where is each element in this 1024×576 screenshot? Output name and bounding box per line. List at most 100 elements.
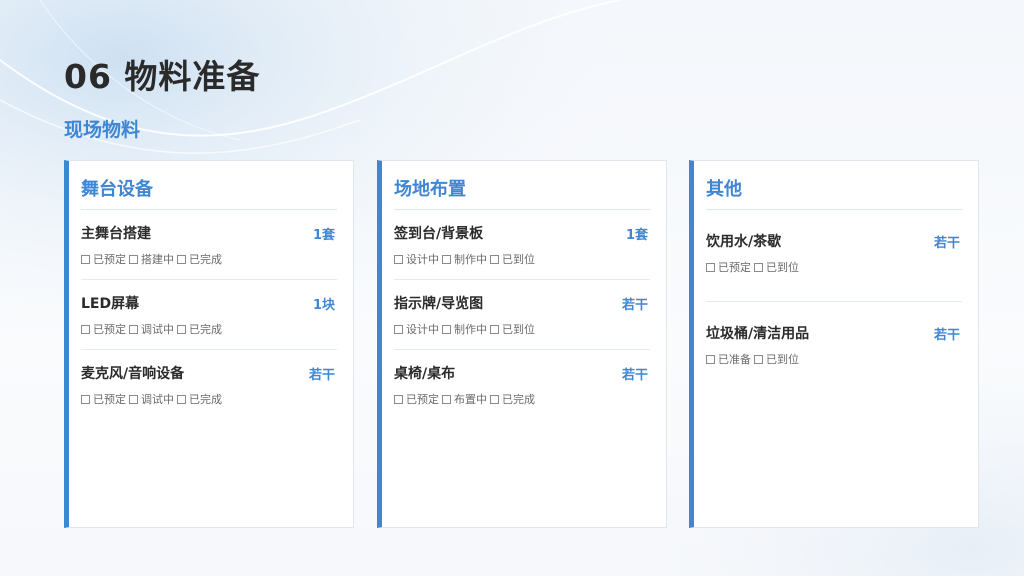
checkbox-icon — [81, 324, 90, 334]
status-row: 已预定 调试中 已完成 — [81, 391, 225, 407]
card-title: 舞台设备 — [81, 179, 153, 200]
checkbox-icon — [754, 262, 763, 272]
item-name: 饮用水/茶歇 — [706, 234, 782, 250]
status-label: 设计中 — [406, 253, 439, 266]
status-row: 已准备 已到位 — [706, 351, 802, 367]
status-row: 设计中 制作中 已到位 — [394, 321, 538, 337]
item-name: 麦克风/音响设备 — [81, 366, 185, 382]
status-checkbox[interactable]: 布置中 — [442, 391, 487, 407]
status-checkbox[interactable]: 已到位 — [754, 259, 799, 275]
status-label: 已完成 — [189, 393, 222, 406]
status-checkbox[interactable]: 设计中 — [394, 321, 439, 337]
checkbox-icon — [81, 254, 90, 264]
status-row: 已预定 已到位 — [706, 259, 802, 275]
status-label: 调试中 — [141, 323, 174, 336]
item-quantity: 若干 — [933, 236, 960, 251]
divider — [394, 209, 650, 210]
status-checkbox[interactable]: 设计中 — [394, 251, 439, 267]
status-label: 已预定 — [93, 253, 126, 266]
status-checkbox[interactable]: 已准备 — [706, 351, 751, 367]
status-label: 已预定 — [406, 393, 439, 406]
card-other: 其他 饮用水/茶歇 若干 已预定 已到位 垃圾桶/清洁用品 若干 已准备 已到位 — [689, 160, 979, 528]
checkbox-icon — [177, 254, 186, 264]
status-checkbox[interactable]: 已完成 — [177, 321, 222, 337]
divider — [706, 209, 962, 210]
status-label: 已预定 — [718, 261, 751, 274]
status-label: 已完成 — [189, 323, 222, 336]
checkbox-icon — [129, 324, 138, 334]
divider — [394, 349, 650, 350]
status-checkbox[interactable]: 已完成 — [490, 391, 535, 407]
status-label: 制作中 — [454, 323, 487, 336]
status-label: 已到位 — [502, 253, 535, 266]
page-title: 06 物料准备 — [64, 57, 261, 96]
checkbox-icon — [81, 394, 90, 404]
checkbox-icon — [129, 254, 138, 264]
status-checkbox[interactable]: 已预定 — [394, 391, 439, 407]
checkbox-icon — [177, 324, 186, 334]
status-checkbox[interactable]: 已预定 — [81, 251, 126, 267]
checkbox-icon — [442, 394, 451, 404]
status-checkbox[interactable]: 已完成 — [177, 391, 222, 407]
checkbox-icon — [442, 254, 451, 264]
status-checkbox[interactable]: 搭建中 — [129, 251, 174, 267]
status-row: 已预定 布置中 已完成 — [394, 391, 538, 407]
card-stage-equipment: 舞台设备 主舞台搭建 1套 已预定 搭建中 已完成 LED屏幕 1块 已预定 调… — [64, 160, 354, 528]
item-quantity: 若干 — [933, 328, 960, 343]
checkbox-icon — [754, 354, 763, 364]
status-checkbox[interactable]: 已完成 — [177, 251, 222, 267]
status-checkbox[interactable]: 已预定 — [81, 391, 126, 407]
item-quantity: 若干 — [621, 368, 648, 383]
status-row: 设计中 制作中 已到位 — [394, 251, 538, 267]
item-name: 垃圾桶/清洁用品 — [706, 326, 810, 342]
checkbox-icon — [490, 324, 499, 334]
status-label: 已准备 — [718, 353, 751, 366]
status-label: 已到位 — [766, 353, 799, 366]
status-label: 已到位 — [502, 323, 535, 336]
status-checkbox[interactable]: 制作中 — [442, 321, 487, 337]
status-checkbox[interactable]: 已预定 — [81, 321, 126, 337]
status-label: 制作中 — [454, 253, 487, 266]
status-label: 设计中 — [406, 323, 439, 336]
card-title: 其他 — [706, 179, 742, 200]
status-checkbox[interactable]: 已到位 — [490, 321, 535, 337]
divider — [81, 209, 337, 210]
item-quantity: 1套 — [625, 228, 648, 243]
section-subtitle: 现场物料 — [64, 119, 141, 141]
checkbox-icon — [490, 254, 499, 264]
item-name: 主舞台搭建 — [81, 226, 151, 242]
status-checkbox[interactable]: 调试中 — [129, 321, 174, 337]
status-checkbox[interactable]: 调试中 — [129, 391, 174, 407]
card-title: 场地布置 — [394, 179, 466, 200]
status-label: 已完成 — [502, 393, 535, 406]
status-checkbox[interactable]: 制作中 — [442, 251, 487, 267]
divider — [81, 279, 337, 280]
checkbox-icon — [442, 324, 451, 334]
item-name: 桌椅/桌布 — [394, 366, 456, 382]
item-name: 指示牌/导览图 — [394, 296, 484, 312]
status-row: 已预定 调试中 已完成 — [81, 321, 225, 337]
status-label: 已完成 — [189, 253, 222, 266]
status-checkbox[interactable]: 已到位 — [754, 351, 799, 367]
item-quantity: 若干 — [308, 368, 335, 383]
divider — [394, 279, 650, 280]
checkbox-icon — [177, 394, 186, 404]
status-label: 已预定 — [93, 393, 126, 406]
item-name: LED屏幕 — [81, 296, 140, 312]
checkbox-icon — [394, 254, 403, 264]
checkbox-icon — [706, 262, 715, 272]
item-quantity: 1块 — [312, 298, 335, 313]
status-label: 已到位 — [766, 261, 799, 274]
status-label: 搭建中 — [141, 253, 174, 266]
card-venue-setup: 场地布置 签到台/背景板 1套 设计中 制作中 已到位 指示牌/导览图 若干 设… — [377, 160, 667, 528]
status-checkbox[interactable]: 已预定 — [706, 259, 751, 275]
status-label: 调试中 — [141, 393, 174, 406]
item-quantity: 若干 — [621, 298, 648, 313]
divider — [706, 301, 962, 302]
item-name: 签到台/背景板 — [394, 226, 484, 242]
status-checkbox[interactable]: 已到位 — [490, 251, 535, 267]
status-label: 已预定 — [93, 323, 126, 336]
divider — [81, 349, 337, 350]
checkbox-icon — [394, 324, 403, 334]
checkbox-icon — [129, 394, 138, 404]
